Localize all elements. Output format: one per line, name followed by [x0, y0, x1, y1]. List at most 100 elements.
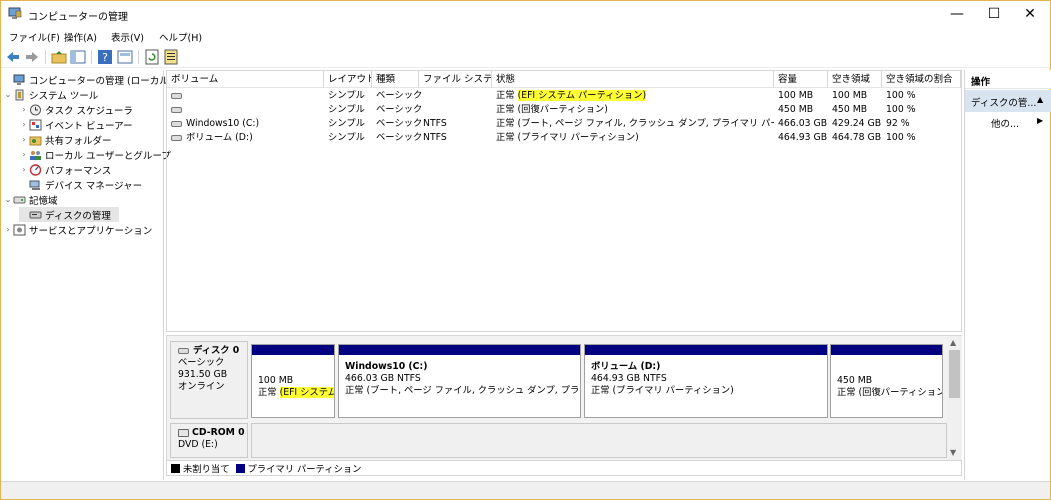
- type-cell: ベーシック: [376, 90, 423, 101]
- up-folder-icon[interactable]: [51, 49, 67, 65]
- partition-volume-d[interactable]: ボリューム (D:) 464.93 GB NTFS 正常 (プライマリ パーティ…: [584, 344, 828, 418]
- type-cell: ベーシック: [376, 132, 423, 143]
- drive-icon: [171, 120, 182, 127]
- chevron-down-icon[interactable]: ⌄: [3, 90, 13, 99]
- volume-name-cell: [171, 103, 321, 117]
- partition-recovery[interactable]: 450 MB 正常 (回復パーティション): [830, 344, 943, 418]
- menu-view[interactable]: 表示(V): [111, 30, 144, 44]
- chevron-right-icon[interactable]: ›: [19, 105, 29, 114]
- column-header-capacity[interactable]: 容量: [774, 71, 828, 88]
- partition-status: 正常 (回復パーティション): [837, 387, 942, 398]
- drive-icon: [171, 106, 182, 113]
- tree-item-label: 記憶域: [29, 195, 58, 207]
- show-hide-tree-icon[interactable]: [70, 49, 86, 65]
- tree-item-label: パフォーマンス: [45, 165, 112, 177]
- performance-icon: [29, 163, 42, 176]
- chevron-right-icon[interactable]: ›: [19, 150, 29, 159]
- forward-arrow-icon[interactable]: [24, 49, 40, 65]
- chevron-right-icon[interactable]: ›: [19, 135, 29, 144]
- type-cell: ベーシック: [376, 118, 423, 129]
- tree-item-shared-folders[interactable]: › 共有フォルダー: [19, 132, 111, 147]
- tree-item-task-scheduler[interactable]: › タスク スケジューラ: [19, 102, 133, 117]
- cdrom-0-media[interactable]: [251, 423, 947, 458]
- tree-item-device-manager[interactable]: デバイス マネージャー: [19, 177, 142, 192]
- column-header-filesystem[interactable]: ファイル システム: [419, 71, 492, 88]
- tree-item-label: ディスクの管理: [45, 210, 111, 222]
- disk-icon: [178, 347, 189, 354]
- computer-management-icon: [13, 74, 25, 85]
- capacity-cell: 466.03 GB: [778, 118, 828, 129]
- chevron-down-icon[interactable]: ⌄: [3, 195, 13, 204]
- scroll-thumb[interactable]: [949, 350, 960, 398]
- column-header-volume[interactable]: ボリューム: [167, 71, 324, 88]
- services-icon: [13, 224, 26, 235]
- tree-item-event-viewer[interactable]: › イベント ビューアー: [19, 117, 133, 132]
- toolbar-separator: [138, 50, 139, 64]
- partition-title: ボリューム (D:): [591, 361, 661, 372]
- back-arrow-icon[interactable]: [5, 49, 21, 65]
- partition-efi[interactable]: 100 MB 正常 (EFI システム: [251, 344, 335, 418]
- status-bar: [1, 481, 1050, 499]
- legend-label-primary: プライマリ パーティション: [247, 464, 362, 475]
- toolbar-separator: [45, 50, 46, 64]
- partition-type-bar: [252, 345, 334, 355]
- scroll-up-icon[interactable]: ▲: [950, 338, 956, 347]
- column-header-status[interactable]: 状態: [492, 71, 774, 88]
- menu-help[interactable]: ヘルプ(H): [159, 30, 202, 44]
- tree-item-local-users[interactable]: › ローカル ユーザーとグループ: [19, 147, 170, 162]
- export-list-icon[interactable]: [163, 49, 179, 65]
- disk-0-label[interactable]: ディスク 0 ベーシック 931.50 GB オンライン: [170, 341, 248, 419]
- status-cell: 正常 (EFI システム パーティション): [496, 90, 647, 101]
- chevron-right-icon[interactable]: ›: [19, 120, 29, 129]
- partition-windows-c[interactable]: Windows10 (C:) 466.03 GB NTFS 正常 (ブート, ペ…: [338, 344, 581, 418]
- actions-group-disk-management[interactable]: ディスクの管... ▲: [965, 90, 1051, 112]
- device-manager-icon: [29, 180, 40, 190]
- capacity-cell: 464.93 GB: [778, 132, 828, 143]
- column-header-free-percent[interactable]: 空き領域の割合: [882, 71, 961, 88]
- tree-item-computer-management[interactable]: コンピューターの管理 (ローカル): [3, 72, 172, 87]
- column-header-type[interactable]: 種類: [372, 71, 419, 88]
- disk-map: ディスク 0 ベーシック 931.50 GB オンライン 100 MB 正常 (…: [166, 335, 962, 476]
- scroll-down-icon[interactable]: ▼: [950, 448, 956, 457]
- column-header-layout[interactable]: レイアウト: [324, 71, 372, 88]
- tree-item-system-tools[interactable]: ⌄ システム ツール: [3, 87, 98, 102]
- capacity-cell: 450 MB: [778, 104, 814, 115]
- disk-management-icon: [29, 211, 42, 218]
- actions-pane: 操作 ディスクの管... ▲ 他の... ▶: [964, 70, 1051, 480]
- drive-icon: [171, 92, 182, 99]
- collapse-up-icon[interactable]: ▲: [1037, 95, 1043, 104]
- percent-cell: 100 %: [886, 104, 916, 115]
- partition-status: 正常 (プライマリ パーティション): [591, 385, 734, 396]
- chevron-right-icon[interactable]: ›: [3, 225, 13, 234]
- tree-item-label: デバイス マネージャー: [45, 180, 143, 192]
- partition-size: 464.93 GB NTFS: [591, 373, 667, 384]
- disk-map-scrollbar[interactable]: ▲ ▼: [947, 336, 962, 460]
- legend: 未割り当て プライマリ パーティション: [167, 460, 961, 475]
- close-button[interactable]: ✕: [1007, 1, 1051, 27]
- partition-size: 466.03 GB NTFS: [345, 373, 421, 384]
- refresh-icon[interactable]: [144, 49, 160, 65]
- tree-item-disk-management[interactable]: ディスクの管理: [19, 207, 119, 222]
- tree-item-label: イベント ビューアー: [45, 120, 133, 132]
- column-header-free-space[interactable]: 空き領域: [828, 71, 882, 88]
- help-icon[interactable]: ?: [97, 49, 113, 65]
- percent-cell: 100 %: [886, 132, 916, 143]
- cdrom-name: CD-ROM 0: [192, 427, 245, 438]
- tree-item-storage[interactable]: ⌄ 記憶域: [3, 192, 58, 207]
- cdrom-0-label[interactable]: CD-ROM 0 DVD (E:): [170, 423, 248, 458]
- tree-item-services-apps[interactable]: › サービスとアプリケーション: [3, 222, 152, 237]
- title-bar: コンピューターの管理 — ☐ ✕: [1, 1, 1050, 27]
- layout-cell: シンプル: [328, 90, 365, 101]
- more-actions-item[interactable]: 他の... ▶: [991, 116, 1043, 130]
- window-title: コンピューターの管理: [28, 12, 128, 23]
- menu-action[interactable]: 操作(A): [64, 30, 97, 44]
- tree-item-performance[interactable]: › パフォーマンス: [19, 162, 111, 177]
- properties-icon[interactable]: [117, 49, 133, 65]
- chevron-right-icon[interactable]: ›: [19, 165, 29, 174]
- legend-swatch-primary: [235, 463, 245, 473]
- tree-item-label: システム ツール: [29, 90, 99, 102]
- partition-size: 100 MB: [258, 375, 294, 386]
- tools-icon: [15, 89, 24, 100]
- menu-file[interactable]: ファイル(F): [9, 30, 60, 44]
- cdrom-drive: DVD (E:): [178, 439, 218, 450]
